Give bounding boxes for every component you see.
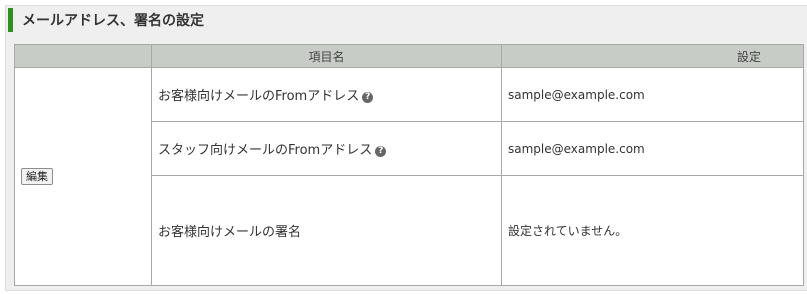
edit-cell: 編集 bbox=[14, 67, 152, 286]
section-header: メールアドレス、署名の設定 bbox=[8, 8, 204, 32]
table-row: 編集 お客様向けメールのFromアドレス? sample@example.com bbox=[14, 67, 804, 286]
table-header-row: 項目名 設定 bbox=[14, 44, 804, 68]
row-label: お客様向けメールのFromアドレス? bbox=[151, 67, 502, 122]
row-label-text: お客様向けメールのFromアドレス bbox=[158, 89, 360, 104]
header-action bbox=[14, 44, 152, 68]
help-icon[interactable]: ? bbox=[362, 92, 374, 103]
row-value: sample@example.com bbox=[501, 67, 804, 122]
header-setting: 設定 bbox=[501, 44, 804, 68]
row-label: スタッフ向けメールのFromアドレス? bbox=[151, 121, 502, 176]
help-icon[interactable]: ? bbox=[375, 146, 387, 157]
row-label-text: お客様向けメールの署名 bbox=[158, 225, 302, 240]
row-value: 設定されていません。 bbox=[501, 175, 804, 286]
edit-button[interactable]: 編集 bbox=[21, 168, 53, 185]
row-value: sample@example.com bbox=[501, 121, 804, 176]
row-label-text: スタッフ向けメールのFromアドレス bbox=[158, 143, 373, 158]
row-label: お客様向けメールの署名 bbox=[151, 175, 502, 286]
section-title: メールアドレス、署名の設定 bbox=[22, 13, 204, 29]
header-item-name: 項目名 bbox=[151, 44, 502, 68]
settings-table: 項目名 設定 編集 お客様向けメールのFromアドレス? sample@exam… bbox=[14, 44, 804, 286]
section-accent-bar bbox=[8, 8, 13, 32]
